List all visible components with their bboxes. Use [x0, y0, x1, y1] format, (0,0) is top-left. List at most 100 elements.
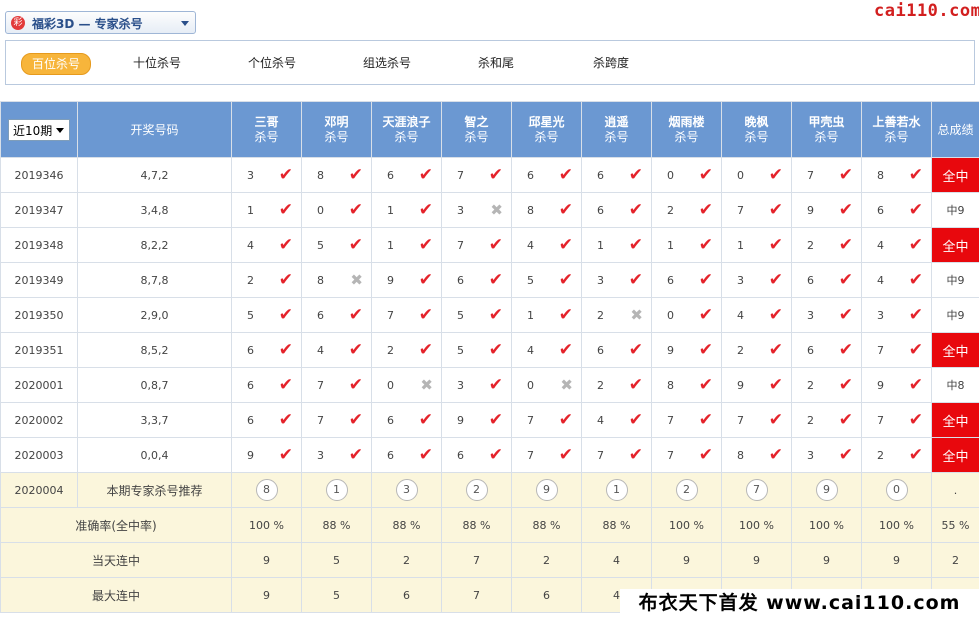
issue-cell: 2020003 [0, 437, 78, 473]
issue-cell: 2019346 [0, 157, 78, 193]
expert-kill-table: 近10期 开奖号码 三哥 杀号 邓明 杀号 天涯浪子 杀号 智之 杀号 邱星光 杀号 逍遥 杀号 烟雨楼… [0, 101, 979, 613]
check-icon: ✔ [698, 234, 713, 255]
kill-number: 5 [457, 308, 464, 322]
check-icon: ✔ [908, 339, 923, 360]
check-icon: ✔ [698, 374, 713, 395]
kill-number: 2 [387, 343, 394, 357]
kill-cell: 0 ✔ [651, 157, 722, 193]
recommend-ball: 1 [605, 479, 628, 501]
kill-number: 7 [667, 413, 674, 427]
tab-bar: 百位杀号 十位杀号 个位杀号 组选杀号 杀和尾 杀跨度 [5, 40, 975, 85]
check-icon: ✔ [488, 304, 503, 325]
kill-number: 6 [597, 168, 604, 182]
kill-number: 8 [877, 168, 884, 182]
lottery-selector[interactable]: 彩 福彩3D — 专家杀号 [5, 11, 196, 34]
kill-cell: 7 ✔ [651, 402, 722, 438]
stat-value: 88 % [511, 507, 582, 543]
kill-number: 6 [527, 168, 534, 182]
kill-number: 9 [737, 378, 744, 392]
check-icon: ✔ [558, 234, 573, 255]
check-icon: ✔ [838, 164, 853, 185]
kill-cell: 7 ✔ [511, 437, 582, 473]
table-row: 2019347 3,4,8 1 ✔ 0 ✔ 1 ✔ 3 ✖ 8 ✔ 6 ✔ 2 ✔ 7 ✔ 9 ✔ 6 ✔ 中9 [0, 192, 979, 228]
check-icon: ✔ [908, 234, 923, 255]
kill-number: 5 [527, 273, 534, 287]
recommend-cell: 1 [301, 472, 372, 508]
recommend-cell: 0 [861, 472, 932, 508]
check-icon: ✔ [908, 409, 923, 430]
check-icon: ✔ [628, 164, 643, 185]
expert-name: 三哥 [254, 114, 279, 129]
kill-number: 0 [737, 168, 744, 182]
expert-header: 晚枫 杀号 [721, 101, 792, 158]
kill-cell: 5 ✔ [441, 332, 512, 368]
check-icon: ✔ [838, 269, 853, 290]
tab-3[interactable]: 组选杀号 [351, 53, 423, 73]
kill-cell: 3 ✔ [791, 437, 862, 473]
kill-cell: 3 ✔ [301, 437, 372, 473]
recommend-ball: 2 [465, 479, 488, 501]
check-icon: ✔ [628, 409, 643, 430]
kill-cell: 5 ✔ [231, 297, 302, 333]
stat-value: 2 [371, 542, 442, 578]
period-select[interactable]: 近10期 [8, 118, 70, 141]
check-icon: ✔ [768, 444, 783, 465]
tab-1[interactable]: 十位杀号 [121, 53, 193, 73]
stat-value: 2 [511, 542, 582, 578]
table-row: 2020002 3,3,7 6 ✔ 7 ✔ 6 ✔ 9 ✔ 7 ✔ 4 ✔ 7 ✔ 7 ✔ 2 ✔ 7 ✔ 全中 [0, 402, 979, 438]
tab-5[interactable]: 杀跨度 [581, 53, 641, 73]
recommend-ball: 8 [255, 479, 278, 501]
kill-number: 6 [877, 203, 884, 217]
check-icon: ✔ [278, 444, 293, 465]
kill-cell: 6 ✔ [371, 402, 442, 438]
kill-cell: 5 ✔ [511, 262, 582, 298]
stat-value: 6 [511, 577, 582, 613]
expert-header: 智之 杀号 [441, 101, 512, 158]
check-icon: ✔ [698, 444, 713, 465]
check-icon: ✔ [348, 164, 363, 185]
kill-number: 0 [527, 378, 534, 392]
stat-value: 5 [301, 577, 372, 613]
check-icon: ✔ [838, 374, 853, 395]
tab-0[interactable]: 百位杀号 [21, 53, 91, 75]
check-icon: ✔ [488, 444, 503, 465]
check-icon: ✔ [908, 164, 923, 185]
kill-cell: 1 ✔ [651, 227, 722, 263]
check-icon: ✔ [838, 199, 853, 220]
check-icon: ✔ [278, 269, 293, 290]
check-icon: ✔ [348, 339, 363, 360]
kill-cell: 7 ✔ [861, 402, 932, 438]
draw-cell: 0,8,7 [77, 367, 232, 403]
total-cell: 全中 [931, 157, 979, 193]
kill-cell: 4 ✔ [511, 332, 582, 368]
kill-cell: 6 ✔ [231, 332, 302, 368]
kill-cell: 2 ✔ [581, 367, 652, 403]
total-cell: 全中 [931, 402, 979, 438]
check-icon: ✔ [698, 269, 713, 290]
expert-sub-label: 杀号 [884, 129, 909, 144]
kill-number: 9 [807, 203, 814, 217]
expert-sub-label: 杀号 [464, 129, 489, 144]
kill-number: 0 [387, 378, 394, 392]
kill-number: 6 [597, 203, 604, 217]
table-row: 2019346 4,7,2 3 ✔ 8 ✔ 6 ✔ 7 ✔ 6 ✔ 6 ✔ 0 ✔ 0 ✔ 7 ✔ 8 ✔ 全中 [0, 157, 979, 193]
kill-number: 4 [527, 238, 534, 252]
kill-cell: 6 ✔ [861, 192, 932, 228]
expert-sub-label: 杀号 [254, 129, 279, 144]
tab-2[interactable]: 个位杀号 [236, 53, 308, 73]
kill-cell: 8 ✔ [301, 157, 372, 193]
expert-header: 甲壳虫 杀号 [791, 101, 862, 158]
check-icon: ✔ [558, 164, 573, 185]
kill-cell: 3 ✔ [441, 367, 512, 403]
check-icon: ✔ [908, 199, 923, 220]
kill-cell: 9 ✔ [721, 367, 792, 403]
kill-number: 4 [737, 308, 744, 322]
expert-name: 晚枫 [744, 114, 769, 129]
stat-label: 当天连中 [0, 542, 232, 578]
expert-header: 逍遥 杀号 [581, 101, 652, 158]
tab-4[interactable]: 杀和尾 [466, 53, 526, 73]
stat-value: 100 % [651, 507, 722, 543]
kill-cell: 4 ✔ [721, 297, 792, 333]
kill-cell: 7 ✔ [301, 367, 372, 403]
kill-number: 7 [737, 203, 744, 217]
